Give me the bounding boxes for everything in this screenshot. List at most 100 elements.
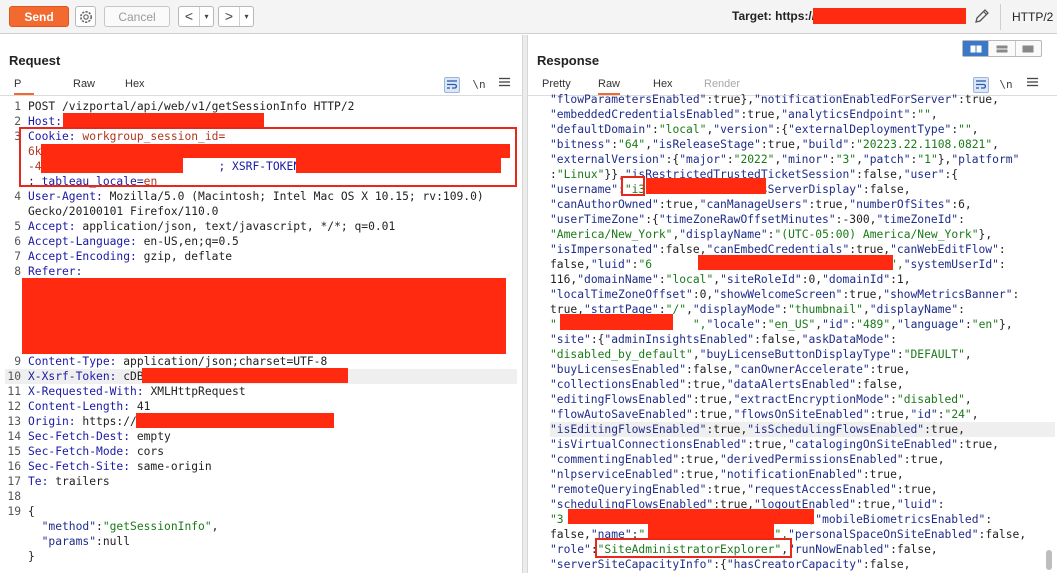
code-line: 12 Content-Length: 41 (5, 399, 517, 414)
tab-hex[interactable]: Hex (125, 77, 145, 95)
code-token: "1" (917, 153, 938, 166)
code-token: "buyLicenseButtonDisplayType" (699, 348, 897, 361)
code-token: "method" (28, 520, 97, 533)
code-token: 116, (550, 273, 578, 286)
code-token: : (726, 153, 734, 166)
line-content: "method":"getSessionInfo", (28, 519, 219, 534)
code-line: 4 User-Agent: Mozilla/5.0 (Macintosh; Int… (5, 189, 517, 204)
code-line: 7 Accept-Encoding: gzip, deflate (5, 249, 517, 264)
redaction-box (813, 8, 966, 24)
tab-raw[interactable]: Raw (73, 77, 95, 95)
word-wrap-button[interactable] (444, 77, 460, 93)
line-content: "localTimeZoneOffset":0,"showWelcomeScre… (550, 287, 1019, 302)
tab-pretty[interactable]: P (14, 77, 34, 95)
code-token: :1, (890, 273, 911, 286)
hamburger-icon (498, 77, 510, 87)
code-token: "displayName" (869, 303, 959, 316)
line-content: "canAuthorOwned":true,"canManageUsers":t… (550, 197, 972, 212)
cookie-highlight-box (19, 127, 517, 187)
code-token: "domainName" (577, 273, 659, 286)
code-token: :true, (862, 468, 904, 481)
response-editor[interactable]: "flowParametersEnabled":true},"notificat… (550, 92, 1055, 572)
code-token: "bitness" (550, 138, 612, 151)
menu-button[interactable] (496, 77, 512, 93)
newline-toggle-button[interactable]: \n (998, 77, 1014, 93)
newline-toggle-button[interactable]: \n (471, 77, 487, 93)
code-token: :true, (679, 453, 721, 466)
code-token: "2022" (733, 153, 775, 166)
code-token: "serverSiteCapacityInfo" (550, 558, 714, 571)
response-scrollbar[interactable] (1046, 550, 1052, 570)
line-content: Sec-Fetch-Dest: empty (28, 429, 171, 444)
code-token: }, (999, 318, 1013, 331)
layout-toggle[interactable] (962, 40, 1042, 57)
cancel-button[interactable]: Cancel (104, 6, 170, 27)
code-token: "isReleaseStage" (652, 138, 761, 151)
code-token: , (964, 393, 972, 406)
line-content: Referer: (28, 264, 89, 279)
code-token: "runNowEnabled" (788, 543, 891, 556)
forward-button[interactable]: > ▾ (218, 6, 254, 27)
http-version-toggle[interactable]: HTTP/2 (1012, 10, 1053, 24)
layout-side-by-side-button[interactable] (963, 41, 989, 56)
line-number: 19 (7, 505, 21, 518)
code-token: https:// (82, 415, 137, 428)
columns-icon (970, 45, 982, 52)
code-token: { (28, 505, 35, 518)
code-line: "flowParametersEnabled":true},"notificat… (550, 92, 1055, 107)
line-content: "commentingEnabled":true,"derivedPermiss… (550, 452, 945, 467)
line-content: "disabled_by_default","buyLicenseButtonD… (550, 347, 972, 362)
layout-stacked-button[interactable] (988, 41, 1014, 56)
code-line: "remoteQueryingEnabled":true,"requestAcc… (550, 482, 1055, 497)
code-token: "en_US" (767, 318, 816, 331)
code-token: "askDataMode" (801, 333, 891, 346)
line-content: Te: trailers (28, 474, 110, 489)
code-token: :0, (692, 288, 714, 301)
code-token: :true, (747, 438, 789, 451)
pencil-icon[interactable] (973, 7, 991, 25)
code-token: "platform" (951, 153, 1020, 166)
code-token: "localTimeZoneOffset" (550, 288, 693, 301)
code-token: :false, (978, 528, 1027, 541)
menu-button[interactable] (1024, 77, 1040, 93)
settings-button[interactable] (75, 6, 96, 27)
line-content: X-Requested-With: XMLHttpRequest (28, 384, 246, 399)
chevron-down-icon[interactable]: ▾ (199, 7, 213, 26)
code-token: "displayMode" (692, 303, 782, 316)
chevron-down-icon[interactable]: ▾ (239, 7, 253, 26)
code-token: , (971, 123, 979, 136)
code-line: "site":{"adminInsightsEnabled":false,"as… (550, 332, 1055, 347)
code-token: :true, (896, 483, 938, 496)
line-number: 14 (7, 430, 21, 443)
code-token: "major" (679, 153, 727, 166)
code-token: :0, (801, 273, 823, 286)
line-content: "flowAutoSaveEnabled":true,"flowsOnSiteE… (550, 407, 979, 422)
code-token: "canOwnerAccelerate" (733, 363, 870, 376)
code-token: cDB (123, 370, 144, 383)
code-token: User-Agent: (28, 190, 110, 203)
code-token: "mobileBiometricsEnabled" (815, 513, 986, 526)
line-number: 10 (7, 370, 21, 383)
code-token: "catalogingOnSiteEnabled" (788, 438, 959, 451)
back-button[interactable]: < ▾ (178, 6, 214, 27)
code-token: "numberOfSites" (849, 198, 952, 211)
code-token: : (896, 348, 904, 361)
code-token: : (937, 408, 945, 421)
code-token: "nlpserviceEnabled" (550, 468, 680, 481)
code-line: 116,"domainName":"local","siteRoleId":0,… (550, 272, 1055, 287)
send-button[interactable]: Send (9, 6, 69, 27)
code-token: } (28, 550, 35, 563)
code-token: false, (550, 258, 591, 271)
line-content: "remoteQueryingEnabled":true,"requestAcc… (550, 482, 938, 497)
code-token: "en" (971, 318, 1000, 331)
code-token: 41 (136, 400, 151, 413)
code-token: X-Requested-With: (28, 385, 151, 398)
code-token: "isEditingFlowsEnabled" (550, 423, 707, 436)
layout-single-button[interactable] (1014, 41, 1041, 56)
code-token: :false, (754, 333, 802, 346)
word-wrap-button[interactable] (973, 77, 989, 93)
code-token: "luid" (896, 498, 938, 511)
code-line: "editingFlowsEnabled":true,"extractEncry… (550, 392, 1055, 407)
line-content: "site":{"adminInsightsEnabled":false,"as… (550, 332, 897, 347)
code-token: "displayName" (679, 228, 768, 241)
